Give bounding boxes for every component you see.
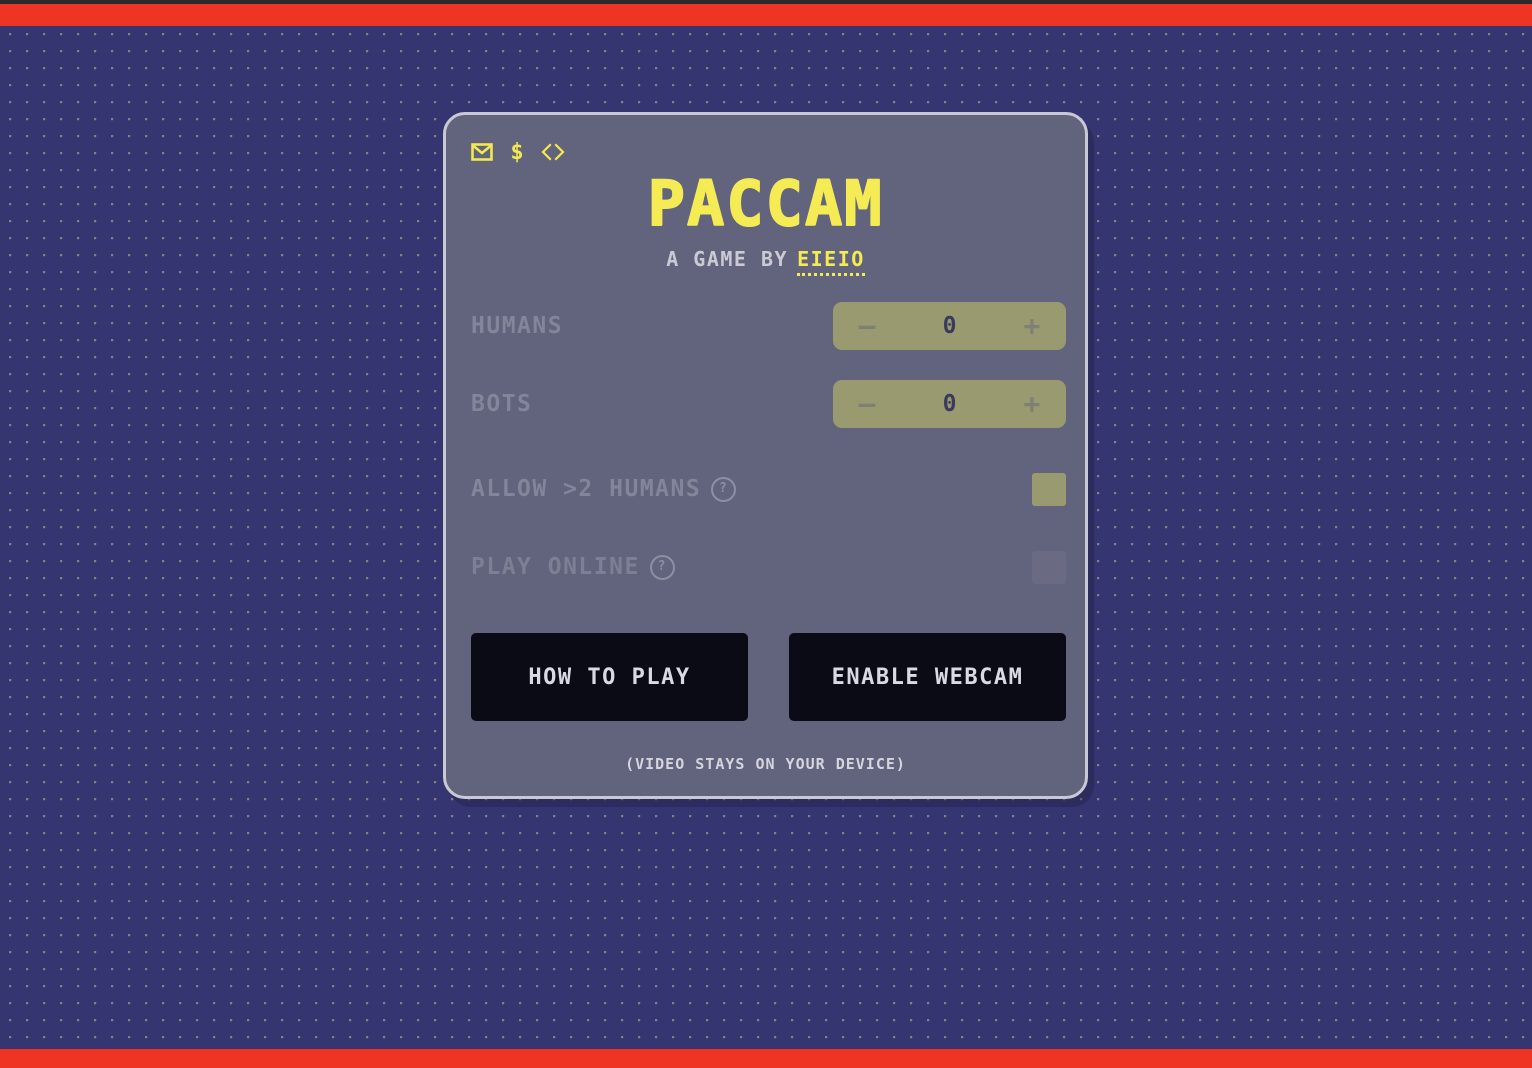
- privacy-note: (VIDEO STAYS ON YOUR DEVICE): [625, 755, 906, 773]
- humans-decrement-button[interactable]: —: [853, 312, 881, 340]
- logo-byline: A GAME BY EIEIO: [446, 247, 1085, 276]
- enable-webcam-button[interactable]: ENABLE WEBCAM: [789, 633, 1066, 721]
- setting-row-allow-more-humans: ALLOW >2 HUMANS ?: [471, 467, 1066, 511]
- dollar-icon[interactable]: $: [509, 140, 525, 164]
- allow-more-humans-text: ALLOW >2 HUMANS: [471, 476, 702, 502]
- play-online-label: PLAY ONLINE ?: [471, 554, 675, 580]
- svg-text:$: $: [510, 140, 523, 164]
- bots-label: BOTS: [471, 391, 533, 417]
- play-online-checkbox[interactable]: [1032, 550, 1066, 584]
- bots-increment-button[interactable]: +: [1018, 390, 1046, 418]
- how-to-play-button[interactable]: HOW TO PLAY: [471, 633, 748, 721]
- social-links: $: [471, 140, 565, 164]
- bottom-accent-bar: [0, 1049, 1532, 1068]
- bots-decrement-button[interactable]: —: [853, 390, 881, 418]
- page-title: PACCAM: [647, 167, 884, 240]
- humans-value: 0: [942, 313, 957, 339]
- author-link[interactable]: EIEIO: [797, 247, 865, 276]
- bots-stepper[interactable]: — 0 +: [833, 380, 1066, 428]
- mail-icon[interactable]: [471, 143, 493, 161]
- setting-row-bots: BOTS — 0 +: [471, 380, 1066, 428]
- byline-text: A GAME BY: [666, 247, 789, 271]
- setting-row-humans: HUMANS — 0 +: [471, 302, 1066, 350]
- humans-increment-button[interactable]: +: [1018, 312, 1046, 340]
- action-buttons: HOW TO PLAY ENABLE WEBCAM: [471, 633, 1066, 721]
- allow-more-humans-checkbox[interactable]: [1032, 472, 1066, 506]
- humans-label: HUMANS: [471, 313, 564, 339]
- game-setup-card: $ PACCAM A GAME BY EIEIO HUMANS — 0 + BO…: [443, 112, 1088, 799]
- help-icon[interactable]: ?: [711, 476, 737, 502]
- code-icon[interactable]: [541, 143, 565, 161]
- top-accent-bar: [0, 4, 1532, 26]
- app-root: $ PACCAM A GAME BY EIEIO HUMANS — 0 + BO…: [0, 0, 1532, 1068]
- help-icon[interactable]: ?: [649, 554, 675, 580]
- play-online-text: PLAY ONLINE: [471, 554, 640, 580]
- allow-more-humans-label: ALLOW >2 HUMANS ?: [471, 476, 737, 502]
- bots-value: 0: [942, 391, 957, 417]
- humans-stepper[interactable]: — 0 +: [833, 302, 1066, 350]
- logo-block: PACCAM A GAME BY EIEIO: [446, 167, 1085, 276]
- setting-row-play-online: PLAY ONLINE ?: [471, 545, 1066, 589]
